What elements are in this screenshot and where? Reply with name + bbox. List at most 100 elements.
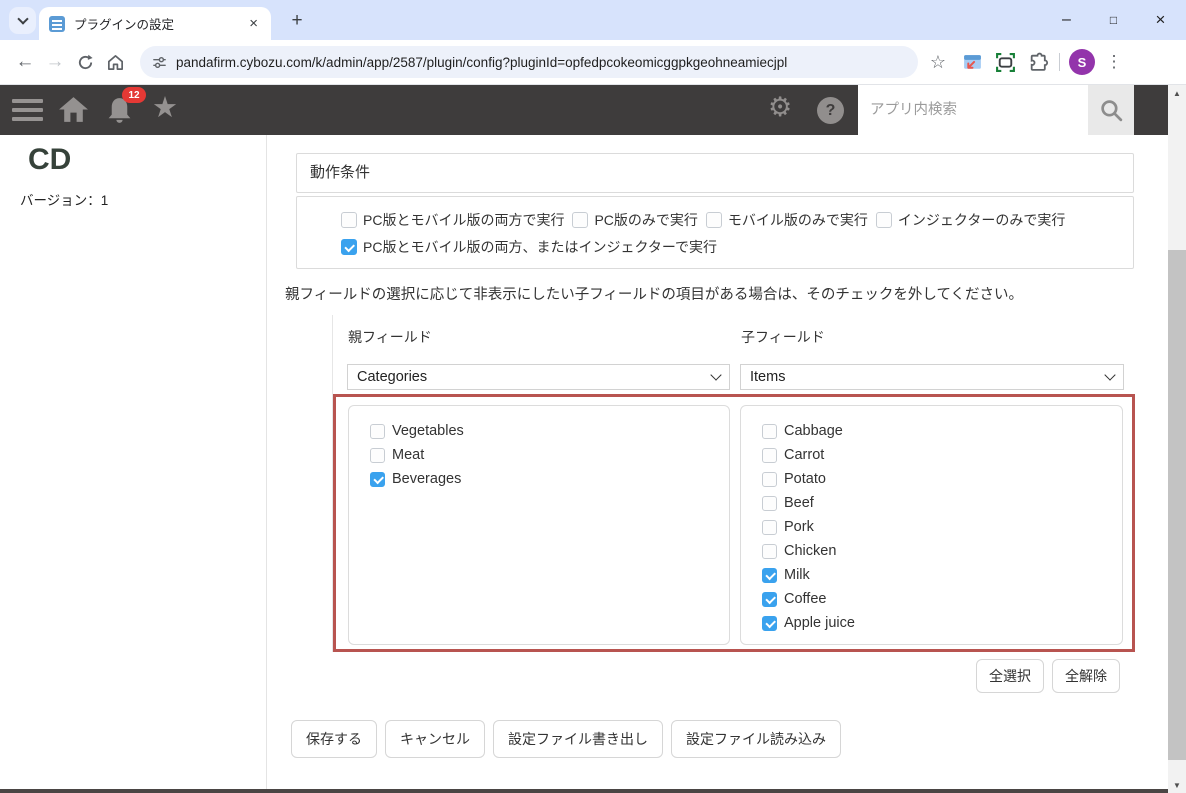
checkbox-label: Beverages [392, 471, 461, 487]
favorites-star-icon[interactable]: ★ [152, 90, 178, 125]
child-option-potato[interactable]: Potato [762, 467, 1122, 491]
checkbox-label: Chicken [784, 543, 836, 559]
plugin-version: バージョン：1 [20, 189, 108, 209]
export-config-button[interactable]: 設定ファイル書き出し [493, 720, 663, 758]
condition-injector-only[interactable]: インジェクターのみで実行 [876, 210, 1065, 230]
checkbox[interactable] [876, 212, 892, 228]
condition-pc-only[interactable]: PC版のみで実行 [572, 210, 697, 230]
checkbox[interactable] [762, 568, 777, 583]
child-option-pork[interactable]: Pork [762, 515, 1122, 539]
portal-home-icon[interactable] [58, 96, 89, 128]
profile-avatar[interactable]: S [1069, 49, 1095, 75]
child-option-carrot[interactable]: Carrot [762, 443, 1122, 467]
chevron-down-icon [17, 13, 28, 24]
checkbox[interactable] [706, 212, 722, 228]
app-search-button[interactable] [1088, 85, 1134, 135]
reload-button[interactable] [70, 47, 100, 77]
toolbar-divider [1059, 53, 1060, 71]
checkbox[interactable] [762, 496, 777, 511]
checkbox[interactable] [572, 212, 588, 228]
instruction-text: 親フィールドの選択に応じて非表示にしたい子フィールドの項目がある場合は、そのチェ… [285, 283, 1023, 304]
field-lists-highlight-box: Vegetables Meat Beverages Cabbage [333, 394, 1135, 652]
checkbox[interactable] [762, 424, 777, 439]
parent-field-select[interactable]: Categories [347, 364, 730, 390]
site-settings-icon[interactable] [152, 55, 167, 70]
scroll-down-arrow[interactable]: ▼ [1168, 777, 1186, 793]
notification-badge: 12 [122, 87, 146, 103]
conditions-legend: 動作条件 [296, 153, 1134, 193]
checkbox[interactable] [762, 592, 777, 607]
tab-close-icon[interactable]: × [246, 15, 261, 32]
minimize-button[interactable]: – [1043, 0, 1090, 40]
import-config-button[interactable]: 設定ファイル読み込み [671, 720, 841, 758]
child-option-coffee[interactable]: Coffee [762, 587, 1122, 611]
address-bar[interactable]: pandafirm.cybozu.com/k/admin/app/2587/pl… [140, 46, 918, 78]
browser-window: プラグインの設定 × + – □ × ← → pandafirm.cybozu.… [0, 0, 1186, 793]
checkbox-label: インジェクターのみで実行 [898, 210, 1065, 230]
child-options-panel: Cabbage Carrot Potato Beef [740, 405, 1123, 645]
settings-gear-icon[interactable]: ⚙ [768, 92, 792, 123]
checkbox[interactable] [762, 520, 777, 535]
select-all-button[interactable]: 全選択 [976, 659, 1044, 693]
screenshot-extension-icon[interactable] [993, 50, 1017, 74]
checkbox-label: Pork [784, 519, 814, 535]
child-option-beef[interactable]: Beef [762, 491, 1122, 515]
close-button[interactable]: × [1137, 0, 1184, 40]
selected-value: Items [750, 369, 785, 385]
scrollbar-thumb[interactable] [1168, 250, 1186, 760]
cancel-button[interactable]: キャンセル [385, 720, 485, 758]
app-header: 12 ★ ⚙ ? [0, 85, 1168, 135]
checkbox-label: Vegetables [392, 423, 464, 439]
checkbox[interactable] [762, 472, 777, 487]
new-tab-button[interactable]: + [284, 8, 310, 34]
plugin-sidebar: CD バージョン：1 [0, 135, 267, 789]
save-button[interactable]: 保存する [291, 720, 377, 758]
field-mapping-group: 親フィールド 子フィールド Categories Items Vegetable… [332, 315, 1134, 652]
extensions-puzzle-icon[interactable] [1026, 50, 1050, 74]
checkbox[interactable] [341, 212, 357, 228]
parent-option-beverages[interactable]: Beverages [370, 467, 729, 491]
forward-button[interactable]: → [40, 47, 70, 77]
maximize-button[interactable]: □ [1090, 0, 1137, 40]
checkbox[interactable] [370, 448, 385, 463]
tab-title: プラグインの設定 [74, 14, 246, 33]
tab-search-button[interactable] [9, 7, 36, 34]
child-option-cabbage[interactable]: Cabbage [762, 419, 1122, 443]
browser-tab[interactable]: プラグインの設定 × [39, 7, 271, 40]
extension-icons: S ⋮ [960, 49, 1124, 75]
checkbox[interactable] [370, 424, 385, 439]
page-scrollbar[interactable]: ▲ ▼ [1168, 85, 1186, 793]
selected-value: Categories [357, 369, 427, 385]
home-button[interactable] [100, 47, 130, 77]
checkbox[interactable] [341, 239, 357, 255]
condition-both-pc-mobile[interactable]: PC版とモバイル版の両方で実行 [341, 210, 564, 230]
back-button[interactable]: ← [10, 47, 40, 77]
child-option-milk[interactable]: Milk [762, 563, 1122, 587]
checkbox-label: PC版とモバイル版の両方、またはインジェクターで実行 [363, 237, 717, 257]
child-field-select[interactable]: Items [740, 364, 1124, 390]
hamburger-menu-icon[interactable] [12, 99, 43, 121]
parent-option-meat[interactable]: Meat [370, 443, 729, 467]
deselect-all-button[interactable]: 全解除 [1052, 659, 1120, 693]
chevron-down-icon [710, 369, 721, 380]
checkbox[interactable] [762, 544, 777, 559]
scroll-up-arrow[interactable]: ▲ [1168, 85, 1186, 101]
checkbox-label: Coffee [784, 591, 826, 607]
checkbox[interactable] [762, 616, 777, 631]
checkbox-label: Milk [784, 567, 810, 583]
app-search-input[interactable] [858, 85, 1088, 135]
browser-menu-icon[interactable]: ⋮ [1104, 52, 1124, 72]
help-icon[interactable]: ? [817, 97, 844, 124]
child-option-chicken[interactable]: Chicken [762, 539, 1122, 563]
bookmark-star-icon[interactable]: ☆ [924, 48, 952, 76]
conditions-row-2: PC版とモバイル版の両方、またはインジェクターで実行 [341, 237, 1133, 257]
url-text[interactable]: pandafirm.cybozu.com/k/admin/app/2587/pl… [176, 55, 787, 70]
condition-mobile-only[interactable]: モバイル版のみで実行 [706, 210, 868, 230]
child-option-apple-juice[interactable]: Apple juice [762, 611, 1122, 635]
panel-extension-icon[interactable] [960, 50, 984, 74]
checkbox-label: Meat [392, 447, 424, 463]
condition-both-or-injector[interactable]: PC版とモバイル版の両方、またはインジェクターで実行 [341, 237, 717, 257]
parent-option-vegetables[interactable]: Vegetables [370, 419, 729, 443]
checkbox[interactable] [370, 472, 385, 487]
checkbox[interactable] [762, 448, 777, 463]
